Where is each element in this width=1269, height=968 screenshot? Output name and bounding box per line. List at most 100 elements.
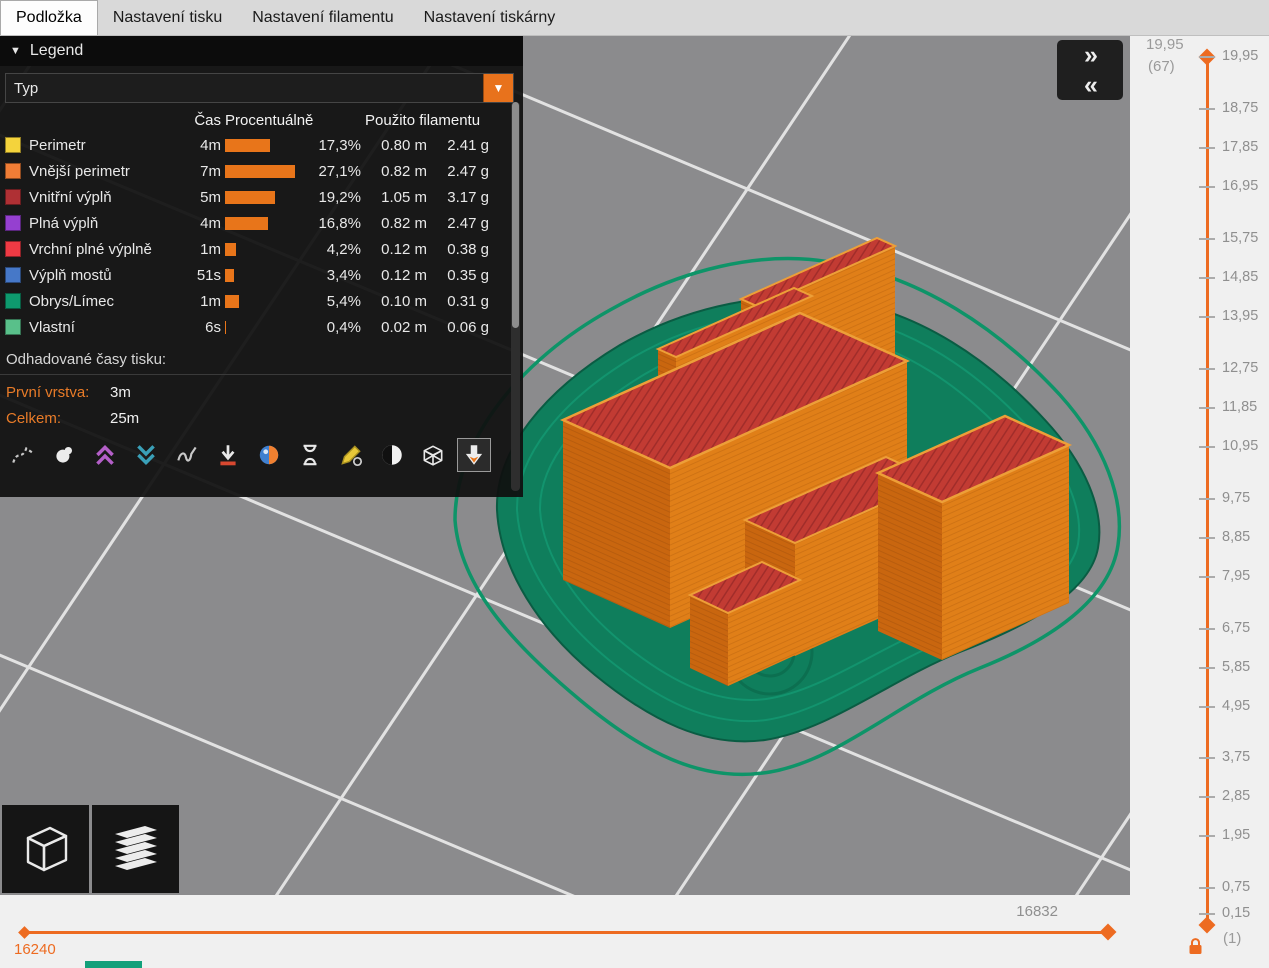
feature-time: 51s — [196, 266, 221, 284]
combobox-dropdown-button[interactable]: ▼ — [483, 74, 513, 102]
feature-color-swatch — [5, 293, 21, 309]
feature-percent: 5,4% — [326, 292, 361, 310]
move-slider-track[interactable] — [25, 931, 1111, 934]
shells-icon[interactable] — [375, 438, 409, 472]
color-changes-icon[interactable] — [252, 438, 286, 472]
deretractions-icon[interactable] — [129, 438, 163, 472]
first-layer-label: První vrstva: — [6, 383, 90, 401]
custom-gcode-icon[interactable] — [334, 438, 368, 472]
legend-table: Čas Procentuálně Použito filamentu Perim… — [0, 108, 523, 340]
tick-label: 7,95 — [1222, 567, 1251, 584]
tick-label: 13,95 — [1222, 307, 1259, 324]
legend-row: Plná výplň 4m 16,8% 0.82 m 2.47 g — [5, 210, 514, 236]
collapse-right-icon[interactable]: » — [1057, 40, 1123, 70]
feature-length: 0.82 m — [381, 214, 427, 232]
legend-header[interactable]: ▼ Legend — [0, 36, 523, 66]
first-layer-time-row: První vrstva: 3m — [0, 379, 523, 405]
percent-bar — [225, 190, 275, 204]
feature-label: Vnitřní výplň — [29, 188, 112, 206]
move-slider-handle-right[interactable] — [1099, 923, 1117, 941]
gcode-preview-viewport[interactable]: » « ▼ Legend Typ ▼ Čas Procentuálně Použ… — [0, 36, 1130, 895]
feature-label: Plná výplň — [29, 214, 99, 232]
feature-percent: 17,3% — [318, 136, 361, 154]
percent-bar — [225, 164, 295, 178]
tick-mark — [1199, 666, 1215, 669]
legend-row: Obrys/Límec 1m 5,4% 0.10 m 0.31 g — [5, 288, 514, 314]
tool-marker-icon[interactable] — [416, 438, 450, 472]
first-layer-value: 3m — [110, 383, 131, 401]
feature-time: 1m — [200, 240, 221, 258]
legend-row: Vnitřní výplň 5m 19,2% 1.05 m 3.17 g — [5, 184, 514, 210]
tick-mark — [1199, 796, 1215, 799]
feature-weight: 0.06 g — [447, 318, 489, 336]
layer-slider-top-value: 19,95 — [1146, 36, 1184, 53]
pause-prints-icon[interactable] — [293, 438, 327, 472]
percent-bar — [225, 216, 269, 230]
tick-mark — [1199, 575, 1215, 578]
feature-time: 4m — [200, 136, 221, 154]
seams-icon[interactable] — [47, 438, 81, 472]
feature-color-swatch — [5, 137, 21, 153]
legend-row: Výplň mostů 51s 3,4% 0.12 m 0.35 g — [5, 262, 514, 288]
move-slider: 16832 16240 — [0, 895, 1130, 968]
feature-weight: 0.35 g — [447, 266, 489, 284]
tick-mark — [1199, 913, 1215, 916]
feature-time: 1m — [200, 292, 221, 310]
tick-label: 3,75 — [1222, 749, 1251, 766]
retractions-icon[interactable] — [88, 438, 122, 472]
feature-label: Obrys/Límec — [29, 292, 115, 310]
travel-moves-icon[interactable] — [6, 438, 40, 472]
legend-row: Perimetr 4m 17,3% 0.80 m 2.41 g — [5, 132, 514, 158]
percent-bar — [225, 138, 270, 152]
feature-percent: 4,2% — [326, 240, 361, 258]
chevron-down-icon: ▼ — [492, 81, 505, 95]
legend-toggle-icon[interactable] — [457, 438, 491, 472]
wipe-icon[interactable] — [170, 438, 204, 472]
feature-label: Vrchní plné výplně — [29, 240, 152, 258]
collapse-left-icon[interactable]: « — [1057, 70, 1123, 100]
feature-length: 1.05 m — [381, 188, 427, 206]
tick-label: 15,75 — [1222, 229, 1259, 246]
feature-label: Vlastní — [29, 318, 75, 336]
view-type-combobox[interactable]: Typ ▼ — [5, 73, 514, 103]
tick-mark — [1199, 406, 1215, 409]
lock-icon[interactable] — [1188, 938, 1203, 955]
tab-nastaveni-tisku[interactable]: Nastavení tisku — [98, 0, 237, 35]
tab-podlozka[interactable]: Podložka — [0, 0, 98, 35]
scrollbar-thumb[interactable] — [512, 102, 519, 328]
column-used: Použito filamentu — [365, 111, 481, 129]
tick-mark — [1199, 237, 1215, 240]
feature-color-swatch — [5, 241, 21, 257]
cube-icon — [26, 826, 67, 872]
move-slider-handle-left[interactable] — [18, 926, 31, 939]
view-3d-button[interactable] — [2, 805, 89, 893]
tool-changes-icon[interactable] — [211, 438, 245, 472]
tick-label: 11,85 — [1222, 398, 1258, 415]
feature-label: Vnější perimetr — [29, 162, 130, 180]
feature-color-swatch — [5, 267, 21, 283]
tick-mark — [1199, 146, 1215, 149]
legend-row: Vnější perimetr 7m 27,1% 0.82 m 2.47 g — [5, 158, 514, 184]
tick-label: 4,95 — [1222, 697, 1251, 714]
feature-length: 0.12 m — [381, 240, 427, 258]
legend-row: Vrchní plné výplně 1m 4,2% 0.12 m 0.38 g — [5, 236, 514, 262]
collapse-triangle-icon: ▼ — [10, 45, 21, 57]
layer-slider-handle-bottom[interactable] — [1198, 916, 1216, 934]
slicer-preview-window: Podložka Nastavení tisku Nastavení filam… — [0, 0, 1269, 968]
feature-length: 0.12 m — [381, 266, 427, 284]
column-percent: Procentuálně — [225, 111, 314, 129]
legend-scrollbar[interactable] — [511, 102, 520, 491]
tick-label: 17,85 — [1222, 138, 1259, 155]
feature-weight: 0.31 g — [447, 292, 489, 310]
view-type-value: Typ — [14, 79, 39, 97]
tick-mark — [1199, 627, 1215, 630]
legend-rows: Perimetr 4m 17,3% 0.80 m 2.41 g Vnější p… — [5, 132, 514, 340]
tab-nastaveni-tiskarny[interactable]: Nastavení tiskárny — [409, 0, 571, 35]
feature-length: 0.80 m — [381, 136, 427, 154]
layer-slider-track[interactable] — [1206, 57, 1209, 930]
feature-length: 0.82 m — [381, 162, 427, 180]
tick-mark — [1199, 315, 1215, 318]
tab-nastaveni-filamentu[interactable]: Nastavení filamentu — [237, 0, 408, 35]
view-layers-button[interactable] — [92, 805, 179, 893]
feature-length: 0.10 m — [381, 292, 427, 310]
